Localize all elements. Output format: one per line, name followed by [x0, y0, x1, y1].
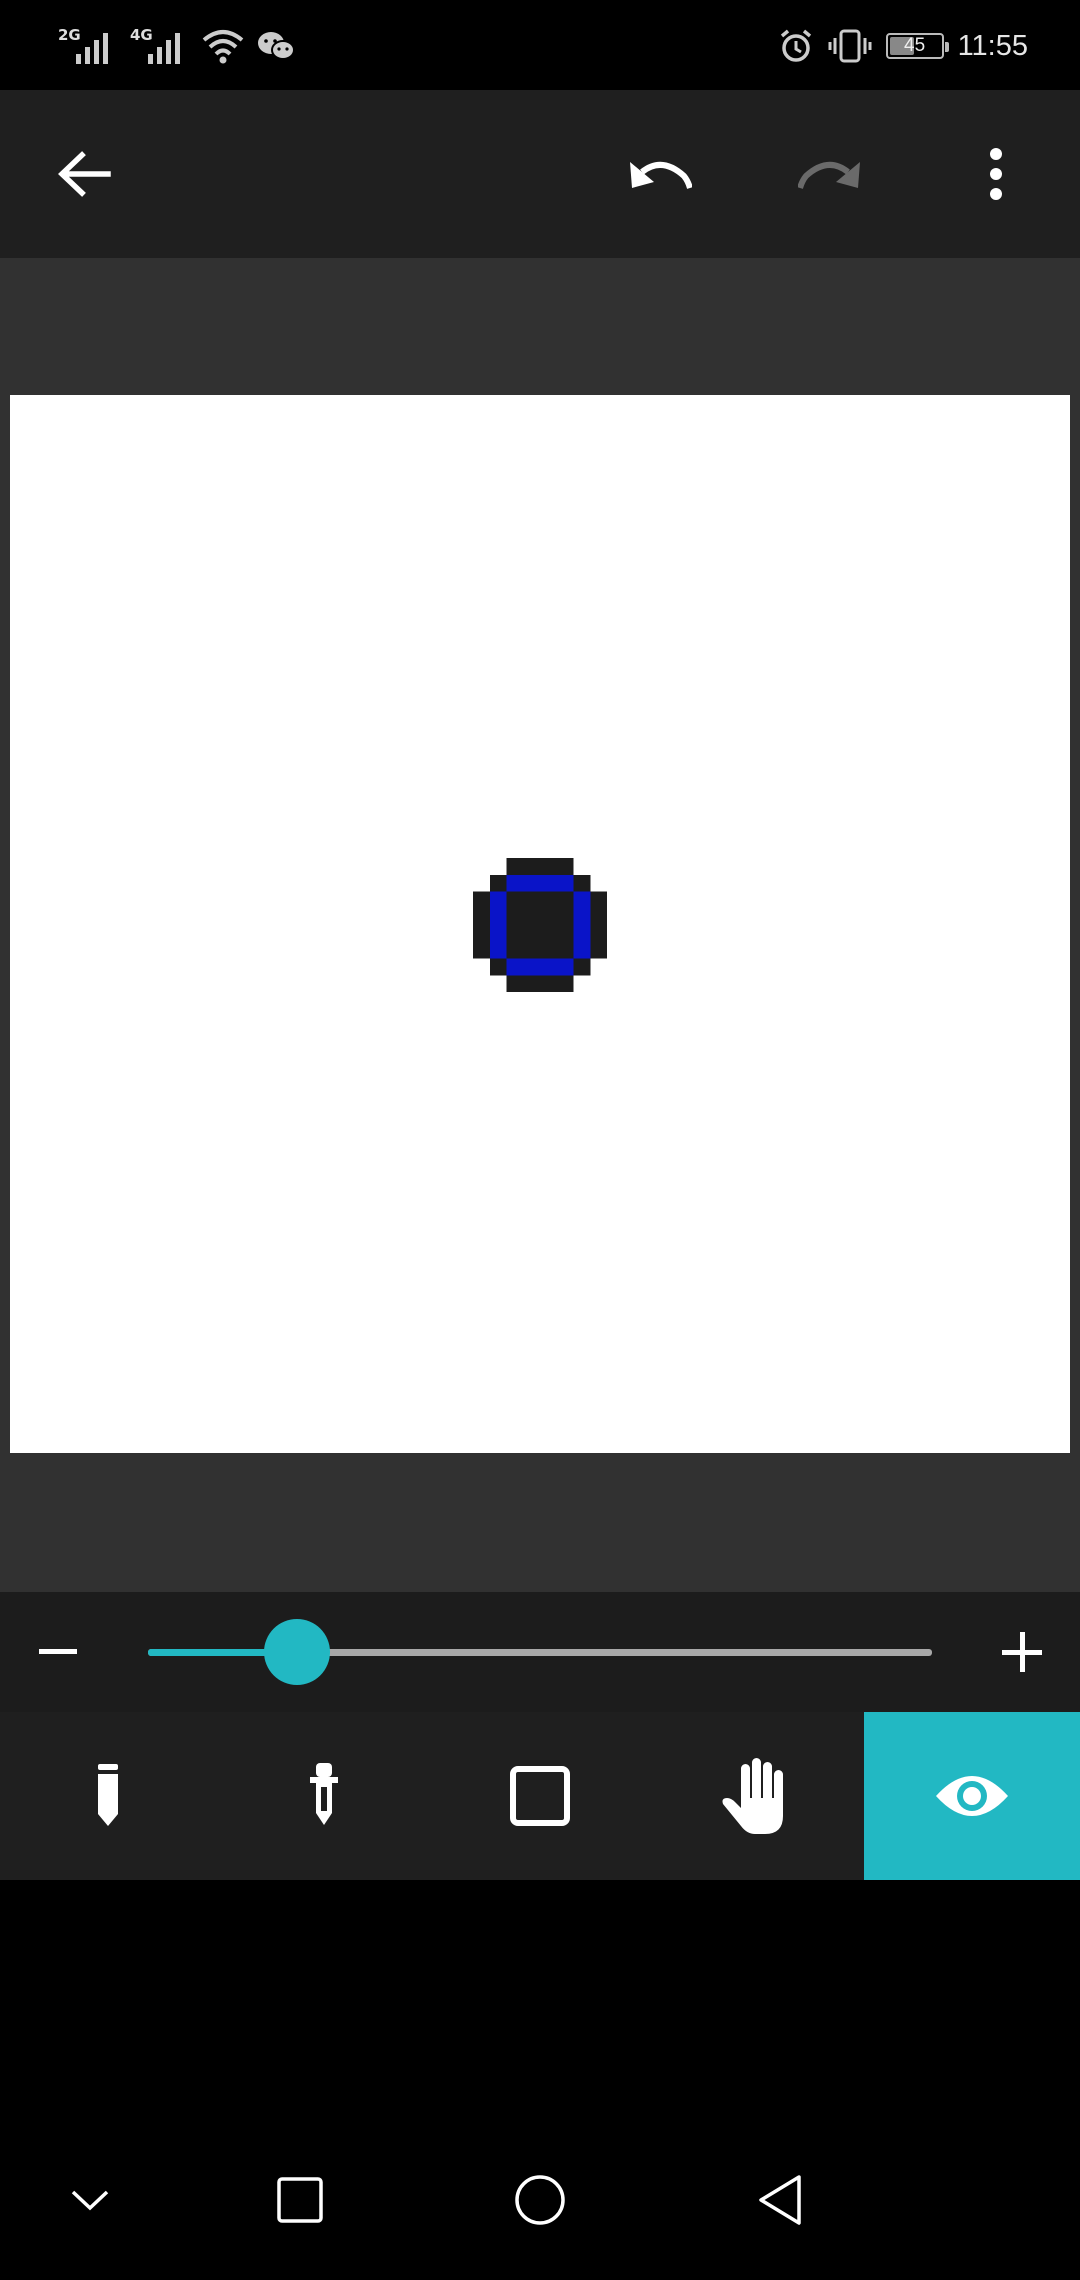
more-options-button[interactable]	[946, 124, 1046, 224]
zoom-bar	[0, 1592, 1080, 1712]
alarm-icon	[780, 29, 811, 62]
pixel-drawing	[473, 858, 607, 992]
redo-icon	[798, 162, 860, 189]
status-bar: 2G 4G 45 11:55	[0, 0, 1080, 90]
eyedropper-icon	[310, 1763, 338, 1825]
recents-button[interactable]	[250, 2150, 350, 2250]
home-button[interactable]	[490, 2150, 590, 2250]
hide-nav-button[interactable]	[40, 2150, 140, 2250]
signal-icon: 2G	[58, 26, 118, 66]
status-right: 45 11:55	[778, 22, 1028, 70]
back-button[interactable]	[34, 124, 134, 224]
drawing-canvas[interactable]	[10, 395, 1070, 1453]
undo-button[interactable]	[610, 124, 710, 224]
back-arrow-icon	[58, 151, 111, 197]
back-nav-button[interactable]	[730, 2150, 830, 2250]
zoom-slider[interactable]	[148, 1619, 932, 1685]
plus-icon	[1002, 1632, 1042, 1672]
empty-area	[0, 1880, 1080, 2120]
wechat-icon	[258, 32, 295, 60]
zoom-in-button[interactable]	[982, 1612, 1062, 1692]
slider-thumb[interactable]	[263, 1619, 330, 1685]
wifi-icon	[202, 30, 244, 64]
pencil-icon	[98, 1764, 118, 1826]
hand-tool-button[interactable]	[648, 1712, 864, 1880]
signal-icon: 4G	[130, 26, 190, 66]
battery-icon: 45	[885, 33, 949, 59]
preview-tool-button[interactable]	[864, 1712, 1080, 1880]
hand-icon	[722, 1758, 783, 1834]
minus-icon	[39, 1649, 77, 1654]
home-circle-icon	[515, 2175, 565, 2225]
recents-square-icon	[277, 2177, 323, 2223]
tool-bar	[0, 1712, 1080, 1880]
rectangle-tool-button[interactable]	[432, 1712, 648, 1880]
battery-level: 45	[904, 35, 926, 56]
zoom-out-button[interactable]	[18, 1612, 98, 1692]
app-toolbar	[0, 90, 1080, 258]
clock: 11:55	[957, 29, 1028, 62]
status-left: 2G 4G	[58, 24, 296, 68]
eyedropper-tool-button[interactable]	[216, 1712, 432, 1880]
eye-icon	[936, 1776, 1008, 1816]
square-icon	[510, 1766, 570, 1826]
work-area	[0, 258, 1080, 1592]
more-vert-icon	[990, 148, 1002, 200]
redo-button[interactable]	[780, 124, 880, 224]
navigation-bar	[0, 2120, 1080, 2280]
chevron-down-icon	[71, 2190, 109, 2211]
undo-icon	[630, 162, 692, 189]
pencil-tool-button[interactable]	[0, 1712, 216, 1880]
vibrate-icon	[828, 29, 872, 63]
back-triangle-icon	[759, 2175, 801, 2225]
